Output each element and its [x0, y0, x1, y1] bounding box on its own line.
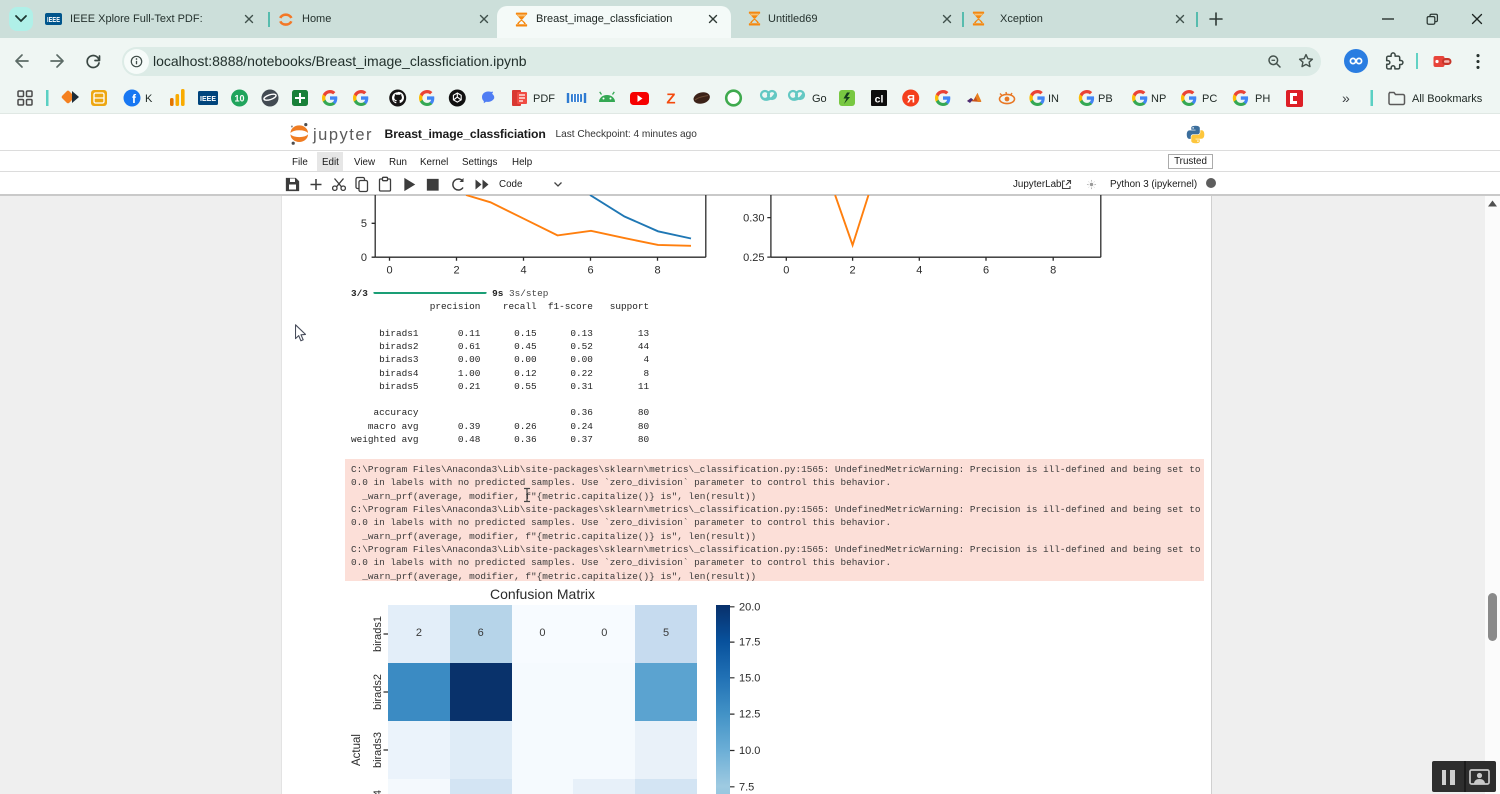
svg-text:4: 4: [520, 264, 526, 276]
svg-text:2: 2: [850, 264, 856, 276]
svg-text:6: 6: [587, 264, 593, 276]
svg-text:7.5: 7.5: [739, 781, 754, 793]
svg-text:0: 0: [361, 252, 367, 264]
svg-text:K: K: [145, 93, 153, 105]
svg-text:0: 0: [783, 264, 789, 276]
svg-text:4: 4: [916, 264, 922, 276]
svg-text:birads1: birads1: [372, 616, 384, 652]
svg-text:birads2: birads2: [372, 674, 384, 710]
svg-text:All Bookmarks: All Bookmarks: [1412, 93, 1483, 105]
svg-text:»: »: [1342, 90, 1350, 106]
svg-text:12.5: 12.5: [739, 709, 760, 721]
svg-text:10.0: 10.0: [739, 745, 760, 757]
svg-text:5: 5: [361, 218, 367, 230]
svg-text:17.5: 17.5: [739, 637, 760, 649]
svg-text:Я: Я: [907, 93, 915, 105]
svg-text:20.0: 20.0: [739, 601, 760, 613]
svg-text:Go: Go: [812, 93, 827, 105]
svg-text:8: 8: [1050, 264, 1056, 276]
svg-text:IN: IN: [1048, 93, 1059, 105]
svg-text:0.25: 0.25: [743, 252, 764, 264]
svg-text:cl: cl: [875, 94, 884, 106]
svg-text:IEEE: IEEE: [47, 17, 60, 24]
svg-text:0: 0: [386, 264, 392, 276]
svg-text:0.30: 0.30: [743, 212, 764, 224]
svg-text:NP: NP: [1151, 93, 1166, 105]
svg-text:birads3: birads3: [372, 732, 384, 768]
svg-text:PB: PB: [1098, 93, 1113, 105]
svg-text:2: 2: [453, 264, 459, 276]
svg-text:15.0: 15.0: [739, 672, 760, 684]
svg-text:PH: PH: [1255, 93, 1270, 105]
svg-text:8: 8: [654, 264, 660, 276]
svg-text:10: 10: [234, 94, 244, 104]
svg-text:6: 6: [983, 264, 989, 276]
svg-text:PC: PC: [1202, 93, 1217, 105]
svg-text:PDF: PDF: [533, 93, 555, 105]
svg-text:IEEE: IEEE: [200, 94, 216, 103]
svg-text:Z: Z: [666, 91, 675, 108]
svg-text:Actual: Actual: [351, 734, 363, 766]
svg-text:birads4: birads4: [372, 790, 384, 794]
